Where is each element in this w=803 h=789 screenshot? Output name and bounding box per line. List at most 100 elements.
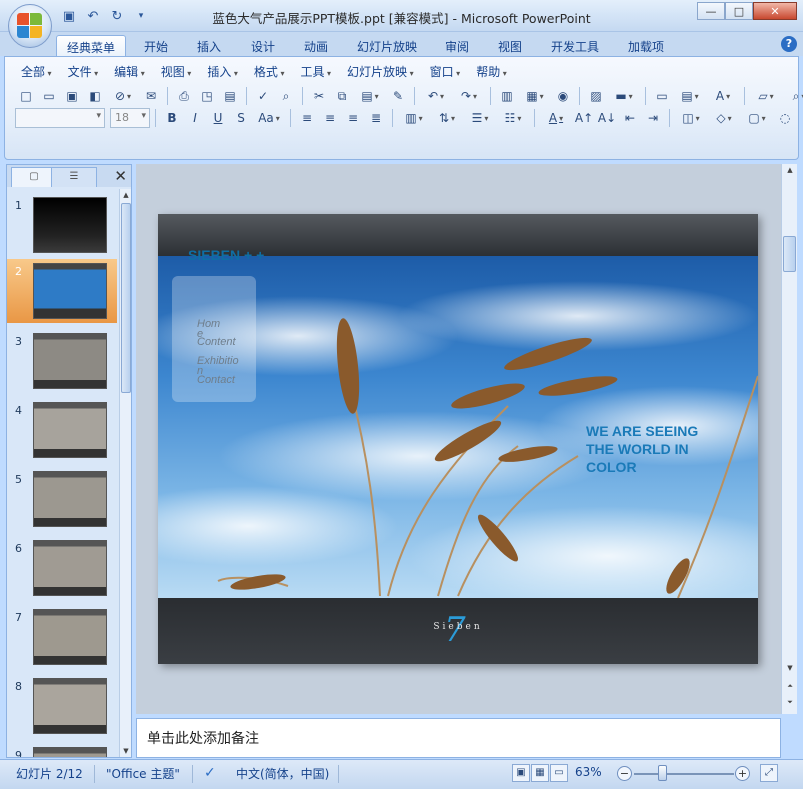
align-right-icon[interactable]: ≡ [342,107,364,129]
tab-view[interactable]: 视图 [488,35,532,56]
tab-home[interactable]: 开始 [134,35,178,56]
menu-format[interactable]: 格式 [246,63,293,81]
arrange-icon[interactable]: ◫ [675,107,707,129]
slide-scrollbar[interactable]: ▲ ▼ ⏶ ⏷ [781,164,797,714]
notes-pane[interactable]: 单击此处添加备注 [136,718,781,758]
paste-icon[interactable]: ▤ [354,85,386,107]
slide-thumbnail[interactable]: 6 [7,536,117,600]
scroll-thumb[interactable] [121,203,131,393]
slide-thumbnail[interactable]: 1 [7,193,117,257]
outline-tab[interactable]: ☰ [51,167,97,187]
zoom-slider[interactable] [634,773,734,775]
align-center-icon[interactable]: ≡ [319,107,341,129]
grow-font-icon[interactable]: A↑ [573,107,595,129]
shape-fill-icon[interactable]: ▬ [608,85,640,107]
text-direction-icon[interactable]: ⇅ [431,107,463,129]
numbering-icon[interactable]: ☰ [464,107,496,129]
font-color-icon[interactable]: A [540,107,572,129]
slide-thumbnail[interactable]: 4 [7,398,117,462]
fit-to-window-icon[interactable]: ⤢ [760,764,778,782]
menu-edit[interactable]: 编辑 [106,63,153,81]
justify-icon[interactable]: ≣ [365,107,387,129]
spelling-check-icon[interactable]: ✓ [204,765,216,781]
thesaurus-icon[interactable]: ⌕ [275,85,297,107]
layout-icon[interactable]: ▤ [674,85,706,107]
slide-thumbnail[interactable]: 8 [7,674,117,738]
find-icon[interactable]: ⌕ [783,85,803,107]
language-indicator[interactable]: 中文(简体，中国) [236,765,329,782]
scroll-up-icon[interactable]: ▲ [120,189,132,201]
slide-thumbnail[interactable]: 7 [7,605,117,669]
zoom-slider-knob[interactable] [658,765,667,781]
open-icon[interactable]: ▭ [38,85,60,107]
font-name-combo[interactable] [15,108,105,128]
minimize-button[interactable]: — [697,2,725,20]
tab-insert[interactable]: 插入 [187,35,231,56]
shape-effects-icon[interactable]: ◌ [774,107,796,129]
align-left-icon[interactable]: ≡ [296,107,318,129]
normal-view-icon[interactable]: ▣ [512,764,530,782]
menu-window[interactable]: 窗口 [422,63,469,81]
mail-icon[interactable]: ✉ [140,85,162,107]
tab-classic-menu[interactable]: 经典菜单 [56,35,127,56]
tab-animation[interactable]: 动画 [294,35,338,56]
font-size-combo[interactable]: 18 [110,108,150,128]
chart-icon[interactable]: ▥ [496,85,518,107]
new-icon[interactable]: □ [15,85,37,107]
redo-icon[interactable]: ↷ [453,85,485,107]
columns-icon[interactable]: ▥ [398,107,430,129]
spelling-icon[interactable]: ✓ [252,85,274,107]
zoom-out-icon[interactable]: − [617,766,632,781]
scroll-down-icon[interactable]: ▼ [782,662,798,674]
scroll-up-icon[interactable]: ▲ [782,164,798,176]
increase-indent-icon[interactable]: ⇥ [642,107,664,129]
decrease-indent-icon[interactable]: ⇤ [619,107,641,129]
slide-thumbnail[interactable]: 5 [7,467,117,531]
quick-styles-icon[interactable]: ▢ [741,107,773,129]
tab-review[interactable]: 审阅 [435,35,479,56]
research-icon[interactable]: ▤ [219,85,241,107]
zoom-in-icon[interactable]: + [735,766,750,781]
underline-icon[interactable]: U [207,107,229,129]
cut-icon[interactable]: ✂ [308,85,330,107]
current-slide[interactable]: SIEBEN + + Hom e Content Exhibitio n Con… [158,214,758,664]
menu-insert[interactable]: 插入 [199,63,246,81]
panel-scrollbar[interactable]: ▲ ▼ [119,189,131,757]
menu-tools[interactable]: 工具 [292,63,339,81]
menu-view[interactable]: 视图 [153,63,200,81]
slide-sorter-view-icon[interactable]: ▦ [531,764,549,782]
copy-icon[interactable]: ⧉ [331,85,353,107]
close-icon[interactable]: ✕ [114,167,127,185]
folder-icon[interactable]: ▱ [750,85,782,107]
shadow-icon[interactable]: S [230,107,252,129]
slide-thumbnail[interactable]: 3 [7,329,117,393]
maximize-button[interactable]: □ [725,2,753,20]
menu-all[interactable]: 全部 [13,63,60,81]
save-as-icon[interactable]: ◧ [84,85,106,107]
table-icon[interactable]: ▦ [519,85,551,107]
menu-help[interactable]: 帮助 [468,63,515,81]
print-preview-icon[interactable]: ◳ [196,85,218,107]
picture-icon[interactable]: ▨ [585,85,607,107]
slide-thumbnail[interactable]: 9 [7,743,117,757]
print-icon[interactable]: ⎙ [173,85,195,107]
scroll-down-icon[interactable]: ▼ [120,745,132,757]
format-painter-icon[interactable]: ✎ [387,85,409,107]
scroll-thumb[interactable] [783,236,796,272]
change-case-icon[interactable]: Aa [253,107,285,129]
undo-icon[interactable]: ↶ [420,85,452,107]
close-button[interactable]: ✕ [753,2,797,20]
previous-slide-icon[interactable]: ⏶ [782,680,798,692]
textbox-icon[interactable]: A [707,85,739,107]
menu-file[interactable]: 文件 [60,63,107,81]
menu-slideshow[interactable]: 幻灯片放映 [339,63,422,81]
bold-icon[interactable]: B [161,107,183,129]
shrink-font-icon[interactable]: A↓ [596,107,618,129]
next-slide-icon[interactable]: ⏷ [782,696,798,708]
italic-icon[interactable]: I [184,107,206,129]
office-button[interactable] [8,4,52,48]
zoom-level[interactable]: 63% [575,765,602,779]
bullets-icon[interactable]: ☷ [497,107,529,129]
tab-slideshow[interactable]: 幻灯片放映 [347,35,427,56]
help-icon[interactable]: ? [781,36,797,52]
